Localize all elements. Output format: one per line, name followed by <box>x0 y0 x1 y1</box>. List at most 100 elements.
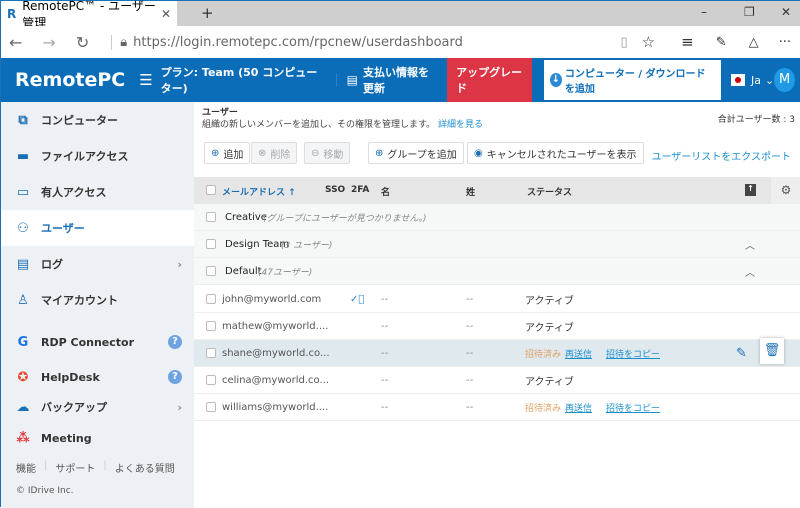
hub-icon[interactable]: ≡ <box>681 33 694 51</box>
minimize-icon[interactable]: – <box>701 5 707 19</box>
browser-tab[interactable]: R RemotePC™ - ユーザー管理 ✕ <box>1 0 177 30</box>
total-users-count: 合計ユーザー数 : 3 <box>717 115 795 125</box>
sidebar-item-logs[interactable]: ▤ ログ › <box>1 246 194 282</box>
user-email[interactable]: john@myworld.com <box>222 294 321 305</box>
copy-invite-link[interactable]: 招待をコピー <box>606 347 660 360</box>
chevron-up-icon[interactable]: ︿ <box>745 237 755 252</box>
move-user-button[interactable]: ⊖ 移動 <box>304 142 351 164</box>
avatar[interactable]: M <box>774 68 795 92</box>
window-close-icon[interactable]: ✕ <box>781 5 791 19</box>
close-tab-icon[interactable]: ✕ <box>161 7 171 21</box>
row-checkbox[interactable] <box>206 239 216 249</box>
upgrade-button[interactable]: アップグレード <box>447 58 532 102</box>
user-first-name: -- <box>381 401 389 413</box>
learn-more-link[interactable]: 詳細を見る <box>438 120 483 130</box>
group-row[interactable]: Default (47ユーザー) ︿ <box>194 258 800 285</box>
add-group-button[interactable]: ⊕ グループを追加 <box>368 142 464 164</box>
sidebar-item-users[interactable]: ⚇ ユーザー <box>1 210 194 246</box>
user-email[interactable]: shane@myworld.co... <box>222 348 330 359</box>
restore-icon[interactable]: ❐ <box>744 5 755 19</box>
forward-icon[interactable]: → <box>42 33 55 52</box>
share-icon[interactable]: △ <box>749 35 759 50</box>
new-tab-icon[interactable]: + <box>201 4 214 22</box>
favorite-star-icon[interactable]: ☆ <box>642 33 655 51</box>
group-name: Creative <box>225 211 267 223</box>
row-checkbox[interactable] <box>206 375 216 385</box>
reading-view-icon[interactable]: ▯ <box>621 35 628 50</box>
user-first-name: -- <box>381 347 389 359</box>
resend-invite-link[interactable]: 再送信 <box>565 401 592 414</box>
group-row[interactable]: Design Team (3 ユーザー) ︿ <box>194 231 800 258</box>
more-icon[interactable]: ··· <box>779 35 791 50</box>
sidebar-item-computers[interactable]: ⧉ コンピューター <box>1 102 194 138</box>
language-select[interactable]: Ja <box>751 74 761 87</box>
delete-label: 削除 <box>270 149 291 161</box>
row-checkbox[interactable] <box>206 212 216 222</box>
user-last-name: -- <box>466 293 474 305</box>
menu-icon[interactable]: ☰ <box>139 71 152 89</box>
move-label: 移動 <box>323 149 344 161</box>
sidebar-item-my-account[interactable]: ♙ マイアカウント <box>1 282 194 318</box>
show-cancelled-users-button[interactable]: ◉ キャンセルされたユーザーを表示 <box>467 142 644 164</box>
support-link[interactable]: サポート <box>55 460 95 475</box>
column-settings-icon[interactable]: ⚙ <box>771 177 800 204</box>
features-link[interactable]: 機能 <box>16 460 36 475</box>
user-row[interactable]: celina@myworld.co... -- -- アクティブ <box>194 367 800 394</box>
sidebar-item-meeting[interactable]: ⁂ Meeting <box>1 420 194 456</box>
resend-invite-link[interactable]: 再送信 <box>565 347 592 360</box>
export-user-list-link[interactable]: ユーザーリストをエクスポート <box>652 148 792 163</box>
row-checkbox[interactable] <box>206 402 216 412</box>
sidebar-item-rdp-connector[interactable]: G RDP Connector? <box>1 324 194 360</box>
user-row[interactable]: mathew@myworld.... -- -- アクティブ <box>194 313 800 340</box>
help-icon[interactable]: ? <box>168 370 182 384</box>
sidebar-item-label: RDP Connector <box>41 335 135 349</box>
user-row[interactable]: john@myworld.com ✓⃝ -- -- アクティブ <box>194 286 800 313</box>
file-access-icon: ▬ <box>16 148 30 164</box>
group-note: (グループにユーザーが見つかりません。) <box>263 213 427 224</box>
add-computer-label: コンピューター / ダウンロード を追加 <box>564 69 706 95</box>
row-checkbox[interactable] <box>206 294 216 304</box>
user-row[interactable]: williams@myworld.... -- -- 招待済み 再送信 招待をコピー <box>194 394 800 421</box>
user-email[interactable]: mathew@myworld.... <box>222 321 328 332</box>
sidebar-item-label: バックアップ <box>41 401 107 414</box>
select-all-checkbox[interactable] <box>206 185 216 195</box>
billing-link[interactable]: 支払い情報を更新 <box>363 64 439 96</box>
chevron-up-icon[interactable]: ︿ <box>745 264 755 279</box>
add-user-button[interactable]: ⊕ 追加 <box>204 142 251 164</box>
group-name: Default <box>225 265 262 277</box>
sidebar-item-label: 有人アクセス <box>41 186 107 199</box>
sidebar-item-attended-access[interactable]: ▭ 有人アクセス <box>1 174 194 210</box>
back-icon[interactable]: ← <box>9 33 22 52</box>
column-last-name: 姓 <box>466 188 476 198</box>
chevron-down-icon[interactable]: ⌄ <box>765 74 774 87</box>
user-email[interactable]: williams@myworld.... <box>222 402 328 413</box>
attended-access-icon: ▭ <box>16 184 30 200</box>
sidebar-item-file-access[interactable]: ▬ ファイルアクセス <box>1 138 194 174</box>
row-checkbox[interactable] <box>206 266 216 276</box>
delete-user-button[interactable]: ⊗ 削除 <box>251 142 298 164</box>
add-computer-button[interactable]: ↓ コンピューター / ダウンロード を追加 <box>543 60 722 100</box>
move-user-icon: ⊖ <box>311 147 320 159</box>
row-checkbox[interactable] <box>206 348 216 358</box>
remotepc-logo[interactable]: RemotePC <box>15 69 125 91</box>
column-status: ステータス <box>527 188 573 198</box>
url-field[interactable]: https://login.remotepc.com/rpcnew/userda… <box>133 35 463 50</box>
delete-icon[interactable]: 🗑︎ <box>760 338 784 364</box>
edit-icon[interactable]: ✎ <box>736 346 747 361</box>
user-row[interactable]: shane@myworld.co... -- -- 招待済み 再送信 招待をコピー ✎ 🗑︎ <box>194 338 800 367</box>
group-row[interactable]: Creative (グループにユーザーが見つかりません。) <box>194 204 800 231</box>
user-last-name: -- <box>466 347 474 359</box>
notes-icon[interactable]: ✎ <box>716 35 727 50</box>
row-checkbox[interactable] <box>206 321 216 331</box>
help-icon[interactable]: ? <box>168 335 182 349</box>
scroll-top-icon[interactable]: ↑ <box>745 184 756 196</box>
refresh-icon[interactable]: ↻ <box>76 33 89 52</box>
user-email[interactable]: celina@myworld.co... <box>222 375 329 386</box>
column-email[interactable]: メールアドレス ↑ <box>222 185 296 198</box>
sidebar-item-label: ユーザー <box>41 222 85 235</box>
backup-icon: ☁ <box>16 399 30 415</box>
faq-link[interactable]: よくある質問 <box>115 460 175 475</box>
copy-invite-link[interactable]: 招待をコピー <box>606 401 660 414</box>
2fa-check-icon: ✓⃝ <box>350 293 365 305</box>
view-user-icon: ◉ <box>474 147 483 159</box>
